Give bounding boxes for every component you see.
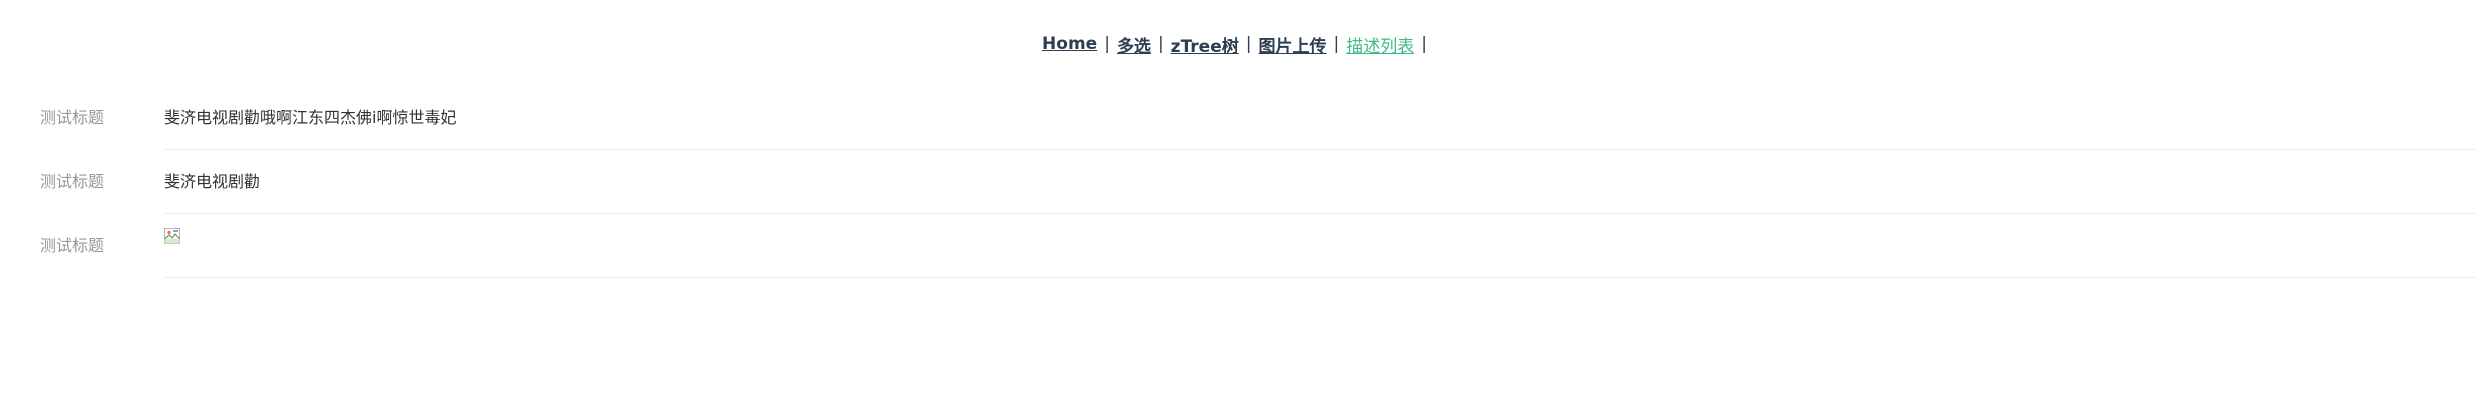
nav-link-multiselect[interactable]: 多选 xyxy=(1117,32,1151,57)
nav-link-image-upload[interactable]: 图片上传 xyxy=(1258,32,1326,57)
description-row: 测试标题 斐济电视剧勸哦啊江东四杰佛i啊惊世毒妃 xyxy=(0,86,2476,150)
description-row: 测试标题 xyxy=(0,214,2476,278)
nav-link-description-list[interactable]: 描述列表 xyxy=(1346,32,1414,57)
nav-link-home[interactable]: Home xyxy=(1042,34,1097,54)
nav-separator: | xyxy=(1421,34,1427,54)
description-title: 测试标题 xyxy=(40,108,105,127)
description-content: 斐济电视剧勸 xyxy=(164,150,2476,214)
description-title: 测试标题 xyxy=(40,236,105,255)
broken-image-icon xyxy=(164,227,180,244)
nav-separator: | xyxy=(1333,34,1340,54)
description-content: 斐济电视剧勸哦啊江东四杰佛i啊惊世毒妃 xyxy=(164,86,2476,150)
description-content xyxy=(164,214,2476,278)
nav-separator: | xyxy=(1104,34,1110,54)
nav-separator: | xyxy=(1245,34,1252,54)
description-row: 测试标题 斐济电视剧勸 xyxy=(0,150,2476,214)
top-nav: Home | 多选 | zTree树 | 图片上传 | 描述列表 | xyxy=(0,0,2476,88)
description-list: 测试标题 斐济电视剧勸哦啊江东四杰佛i啊惊世毒妃 测试标题 斐济电视剧勸 测试标… xyxy=(0,86,2476,278)
description-title: 测试标题 xyxy=(40,172,105,191)
nav-separator: | xyxy=(1157,34,1164,54)
nav-link-ztree[interactable]: zTree树 xyxy=(1171,32,1239,57)
